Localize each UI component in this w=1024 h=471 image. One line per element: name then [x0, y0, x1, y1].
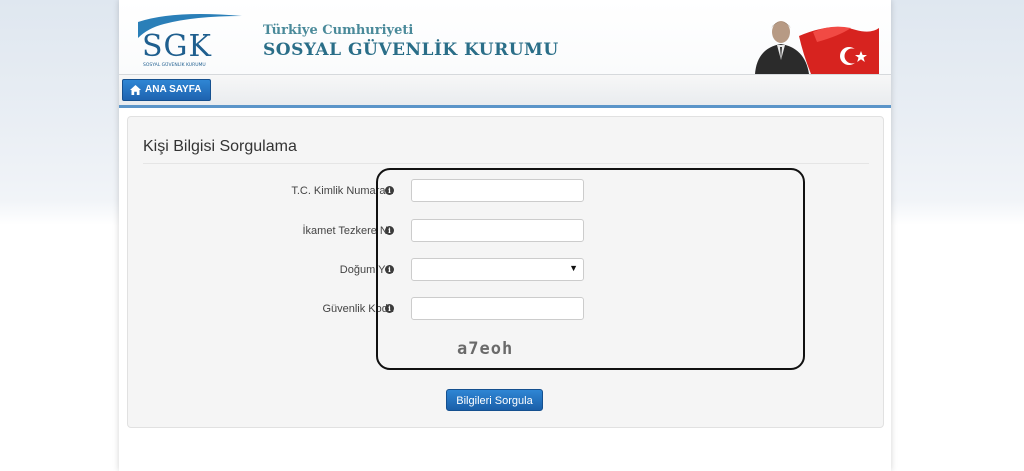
ataturk-flag-image: [751, 14, 881, 74]
home-button[interactable]: ANA SAYFA: [122, 79, 211, 101]
sgk-logo: SGK SOSYAL GÜVENLİK KURUMU: [134, 12, 264, 70]
home-button-label: ANA SAYFA: [145, 84, 202, 95]
highlight-box: [376, 168, 805, 370]
panel-divider: [143, 163, 869, 164]
navbar: ANA SAYFA: [119, 74, 891, 108]
svg-text:SGK: SGK: [142, 29, 212, 64]
header-title-line2: SOSYAL GÜVENLİK KURUMU: [263, 40, 559, 60]
svg-text:SOSYAL GÜVENLİK KURUMU: SOSYAL GÜVENLİK KURUMU: [143, 61, 206, 68]
header-title-line1: Türkiye Cumhuriyeti: [263, 23, 414, 38]
page-container: SGK SOSYAL GÜVENLİK KURUMU Türkiye Cumhu…: [119, 0, 891, 471]
header: SGK SOSYAL GÜVENLİK KURUMU Türkiye Cumhu…: [119, 0, 891, 74]
panel-title: Kişi Bilgisi Sorgulama: [143, 138, 297, 155]
home-icon: [130, 85, 141, 95]
submit-button[interactable]: Bilgileri Sorgula: [446, 389, 543, 411]
